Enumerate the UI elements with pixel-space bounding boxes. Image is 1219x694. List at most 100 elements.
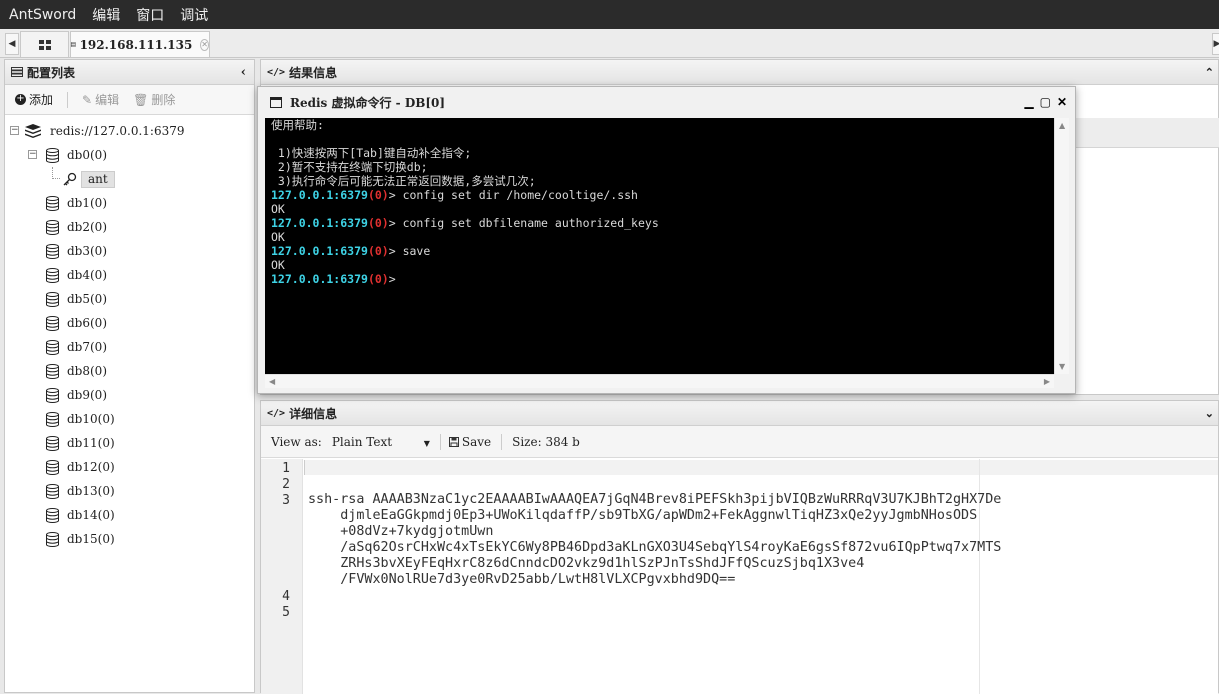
collapse-up-icon[interactable]: ⌃ bbox=[1205, 66, 1214, 79]
delete-button-label: 删除 bbox=[151, 93, 176, 107]
command-text: save bbox=[395, 244, 431, 258]
database-icon bbox=[46, 315, 59, 331]
collapse-db0-icon[interactable]: − bbox=[28, 150, 37, 159]
tree-db-item[interactable]: db4(0) bbox=[5, 263, 254, 287]
list-icon bbox=[11, 67, 23, 77]
tree-db-label: db11(0) bbox=[67, 436, 115, 450]
database-icon bbox=[46, 219, 59, 235]
code-line: +08dVz+7kydgjotmUwn bbox=[308, 524, 494, 539]
edit-button[interactable]: ✎ 编辑 bbox=[82, 91, 119, 108]
prompt-suffix: > bbox=[388, 216, 396, 230]
line-number: 1 bbox=[282, 461, 290, 476]
app-name[interactable]: AntSword bbox=[0, 7, 84, 23]
tab-host[interactable]: 192.168.111.135 ✕ bbox=[70, 31, 210, 57]
view-as-select[interactable]: Plain Text ▼ bbox=[332, 435, 430, 449]
collapse-down-icon[interactable]: ⌄ bbox=[1205, 407, 1214, 420]
line-number: 5 bbox=[282, 605, 290, 620]
tab-host-label: 192.168.111.135 bbox=[79, 37, 193, 52]
code-icon: </> bbox=[267, 66, 286, 78]
maximize-icon[interactable]: ▢ bbox=[1040, 95, 1051, 109]
scroll-left-icon[interactable]: ◀ bbox=[269, 377, 275, 386]
tree-db-label: db4(0) bbox=[67, 268, 107, 282]
tree-db-item[interactable]: db6(0) bbox=[5, 311, 254, 335]
menu-item-window[interactable]: 窗口 bbox=[128, 5, 172, 25]
tree-db-item[interactable]: db13(0) bbox=[5, 479, 254, 503]
tree-db-item[interactable]: db2(0) bbox=[5, 215, 254, 239]
prompt-host: 127.0.0.1:6379 bbox=[271, 244, 368, 258]
minimize-icon[interactable]: ▁ bbox=[1024, 95, 1033, 109]
detail-title: 详细信息 bbox=[289, 406, 338, 421]
db-list: db1(0) db2(0) db3(0) db4(0) db5(0) db6(0) db7(… bbox=[5, 191, 254, 551]
window-titlebar[interactable]: Redis 虚拟命令行 - DB[0] ▁ ▢ ✕ bbox=[258, 87, 1075, 118]
config-list-panel: 配置列表 ‹ + 添加 ✎ 编辑 🗑 删除 − redis://127.0.0.… bbox=[4, 59, 255, 693]
command-line: 127.0.0.1:6379(0)> config set dir /home/… bbox=[271, 188, 638, 202]
scroll-up-icon[interactable]: ▲ bbox=[1059, 121, 1065, 130]
caret-down-icon: ▼ bbox=[423, 438, 430, 448]
database-icon bbox=[46, 507, 59, 523]
close-window-icon[interactable]: ✕ bbox=[1057, 95, 1067, 109]
tab-scroll-left-button[interactable]: ◀ bbox=[5, 33, 19, 55]
tree-db-item[interactable]: db7(0) bbox=[5, 335, 254, 359]
code-line: /FVWx0NolRUe7d3ye0RvD25abb/LwtH8lVLXCPgv… bbox=[308, 572, 736, 587]
add-button-label: 添加 bbox=[29, 93, 54, 107]
key-icon bbox=[63, 172, 77, 186]
collapse-root-icon[interactable]: − bbox=[10, 126, 19, 135]
tree-db-item[interactable]: db8(0) bbox=[5, 359, 254, 383]
toolbar-divider bbox=[501, 433, 503, 450]
line-number: 2 bbox=[282, 477, 290, 492]
database-icon bbox=[46, 339, 59, 355]
menu-item-edit[interactable]: 编辑 bbox=[84, 5, 128, 25]
line-gutter: 1 2 3 4 5 bbox=[261, 459, 303, 694]
delete-button[interactable]: 🗑 删除 bbox=[133, 91, 175, 108]
tree-db-item[interactable]: db14(0) bbox=[5, 503, 254, 527]
tab-scroll-right-button[interactable]: ▶ bbox=[1212, 33, 1219, 55]
tree-root[interactable]: − redis://127.0.0.1:6379 bbox=[5, 119, 254, 143]
collapse-icon[interactable]: ‹ bbox=[241, 65, 246, 80]
floppy-icon bbox=[448, 436, 459, 447]
tree-db-item[interactable]: db1(0) bbox=[5, 191, 254, 215]
tree-root-label: redis://127.0.0.1:6379 bbox=[50, 124, 185, 138]
tab-home[interactable] bbox=[20, 31, 69, 57]
close-icon[interactable]: ✕ bbox=[200, 38, 209, 51]
line-number: 4 bbox=[282, 589, 290, 604]
prompt-host: 127.0.0.1:6379 bbox=[271, 188, 368, 202]
trash-icon: 🗑 bbox=[133, 92, 149, 107]
tree-db-item[interactable]: db11(0) bbox=[5, 431, 254, 455]
command-text: config set dbfilename authorized_keys bbox=[395, 216, 659, 230]
tree-db-item[interactable]: db12(0) bbox=[5, 455, 254, 479]
database-icon bbox=[46, 459, 59, 475]
current-prompt[interactable]: 127.0.0.1:6379(0)> bbox=[271, 272, 396, 286]
tree-db-label: db6(0) bbox=[67, 316, 107, 330]
code-line: djmleEaGGkpmdj0Ep3+UWoKilqdaffP/sb9TbXG/… bbox=[308, 508, 978, 523]
scroll-down-icon[interactable]: ▼ bbox=[1059, 362, 1065, 371]
code-editor[interactable]: 1 2 3 4 5 ssh-rsa AAAAB3NzaC1yc2EAAAABIw… bbox=[261, 459, 1218, 694]
tree-db-item[interactable]: db15(0) bbox=[5, 527, 254, 551]
detail-toolbar: View as: Plain Text ▼ Save Size: 384 b bbox=[261, 426, 1218, 458]
config-toolbar: + 添加 ✎ 编辑 🗑 删除 bbox=[5, 85, 254, 115]
tree-db-label: db5(0) bbox=[67, 292, 107, 306]
tree-db-label: db1(0) bbox=[67, 196, 107, 210]
save-button[interactable]: Save bbox=[448, 435, 491, 449]
command-text: config set dir /home/cooltige/.ssh bbox=[395, 188, 638, 202]
tree-db0[interactable]: − db0(0) bbox=[5, 143, 254, 167]
tree-db-label: db13(0) bbox=[67, 484, 115, 498]
prompt-db: (0) bbox=[367, 272, 389, 286]
database-icon bbox=[46, 195, 59, 211]
size-label: Size: 384 b bbox=[512, 434, 580, 449]
terminal-output[interactable]: 使用帮助: 1)快速按两下[Tab]键自动补全指令; 2)暂不支持在终端下切换d… bbox=[265, 118, 1054, 374]
tree-db-item[interactable]: db9(0) bbox=[5, 383, 254, 407]
results-title: 结果信息 bbox=[289, 65, 338, 80]
tree-db-item[interactable]: db10(0) bbox=[5, 407, 254, 431]
scroll-right-icon[interactable]: ▶ bbox=[1044, 377, 1050, 386]
horizontal-scrollbar[interactable]: ◀ ▶ bbox=[265, 374, 1054, 388]
command-line: 127.0.0.1:6379(0)> save bbox=[271, 244, 430, 258]
vertical-scrollbar[interactable]: ▲ ▼ bbox=[1054, 118, 1069, 374]
tree-key-ant[interactable]: ant bbox=[5, 167, 254, 191]
menu-item-debug[interactable]: 调试 bbox=[172, 5, 216, 25]
tree-db-label: db2(0) bbox=[67, 220, 107, 234]
add-button[interactable]: + 添加 bbox=[15, 91, 53, 108]
tree-db-item[interactable]: db3(0) bbox=[5, 239, 254, 263]
database-icon bbox=[46, 531, 59, 547]
edit-icon: ✎ bbox=[82, 92, 93, 107]
tree-db-item[interactable]: db5(0) bbox=[5, 287, 254, 311]
